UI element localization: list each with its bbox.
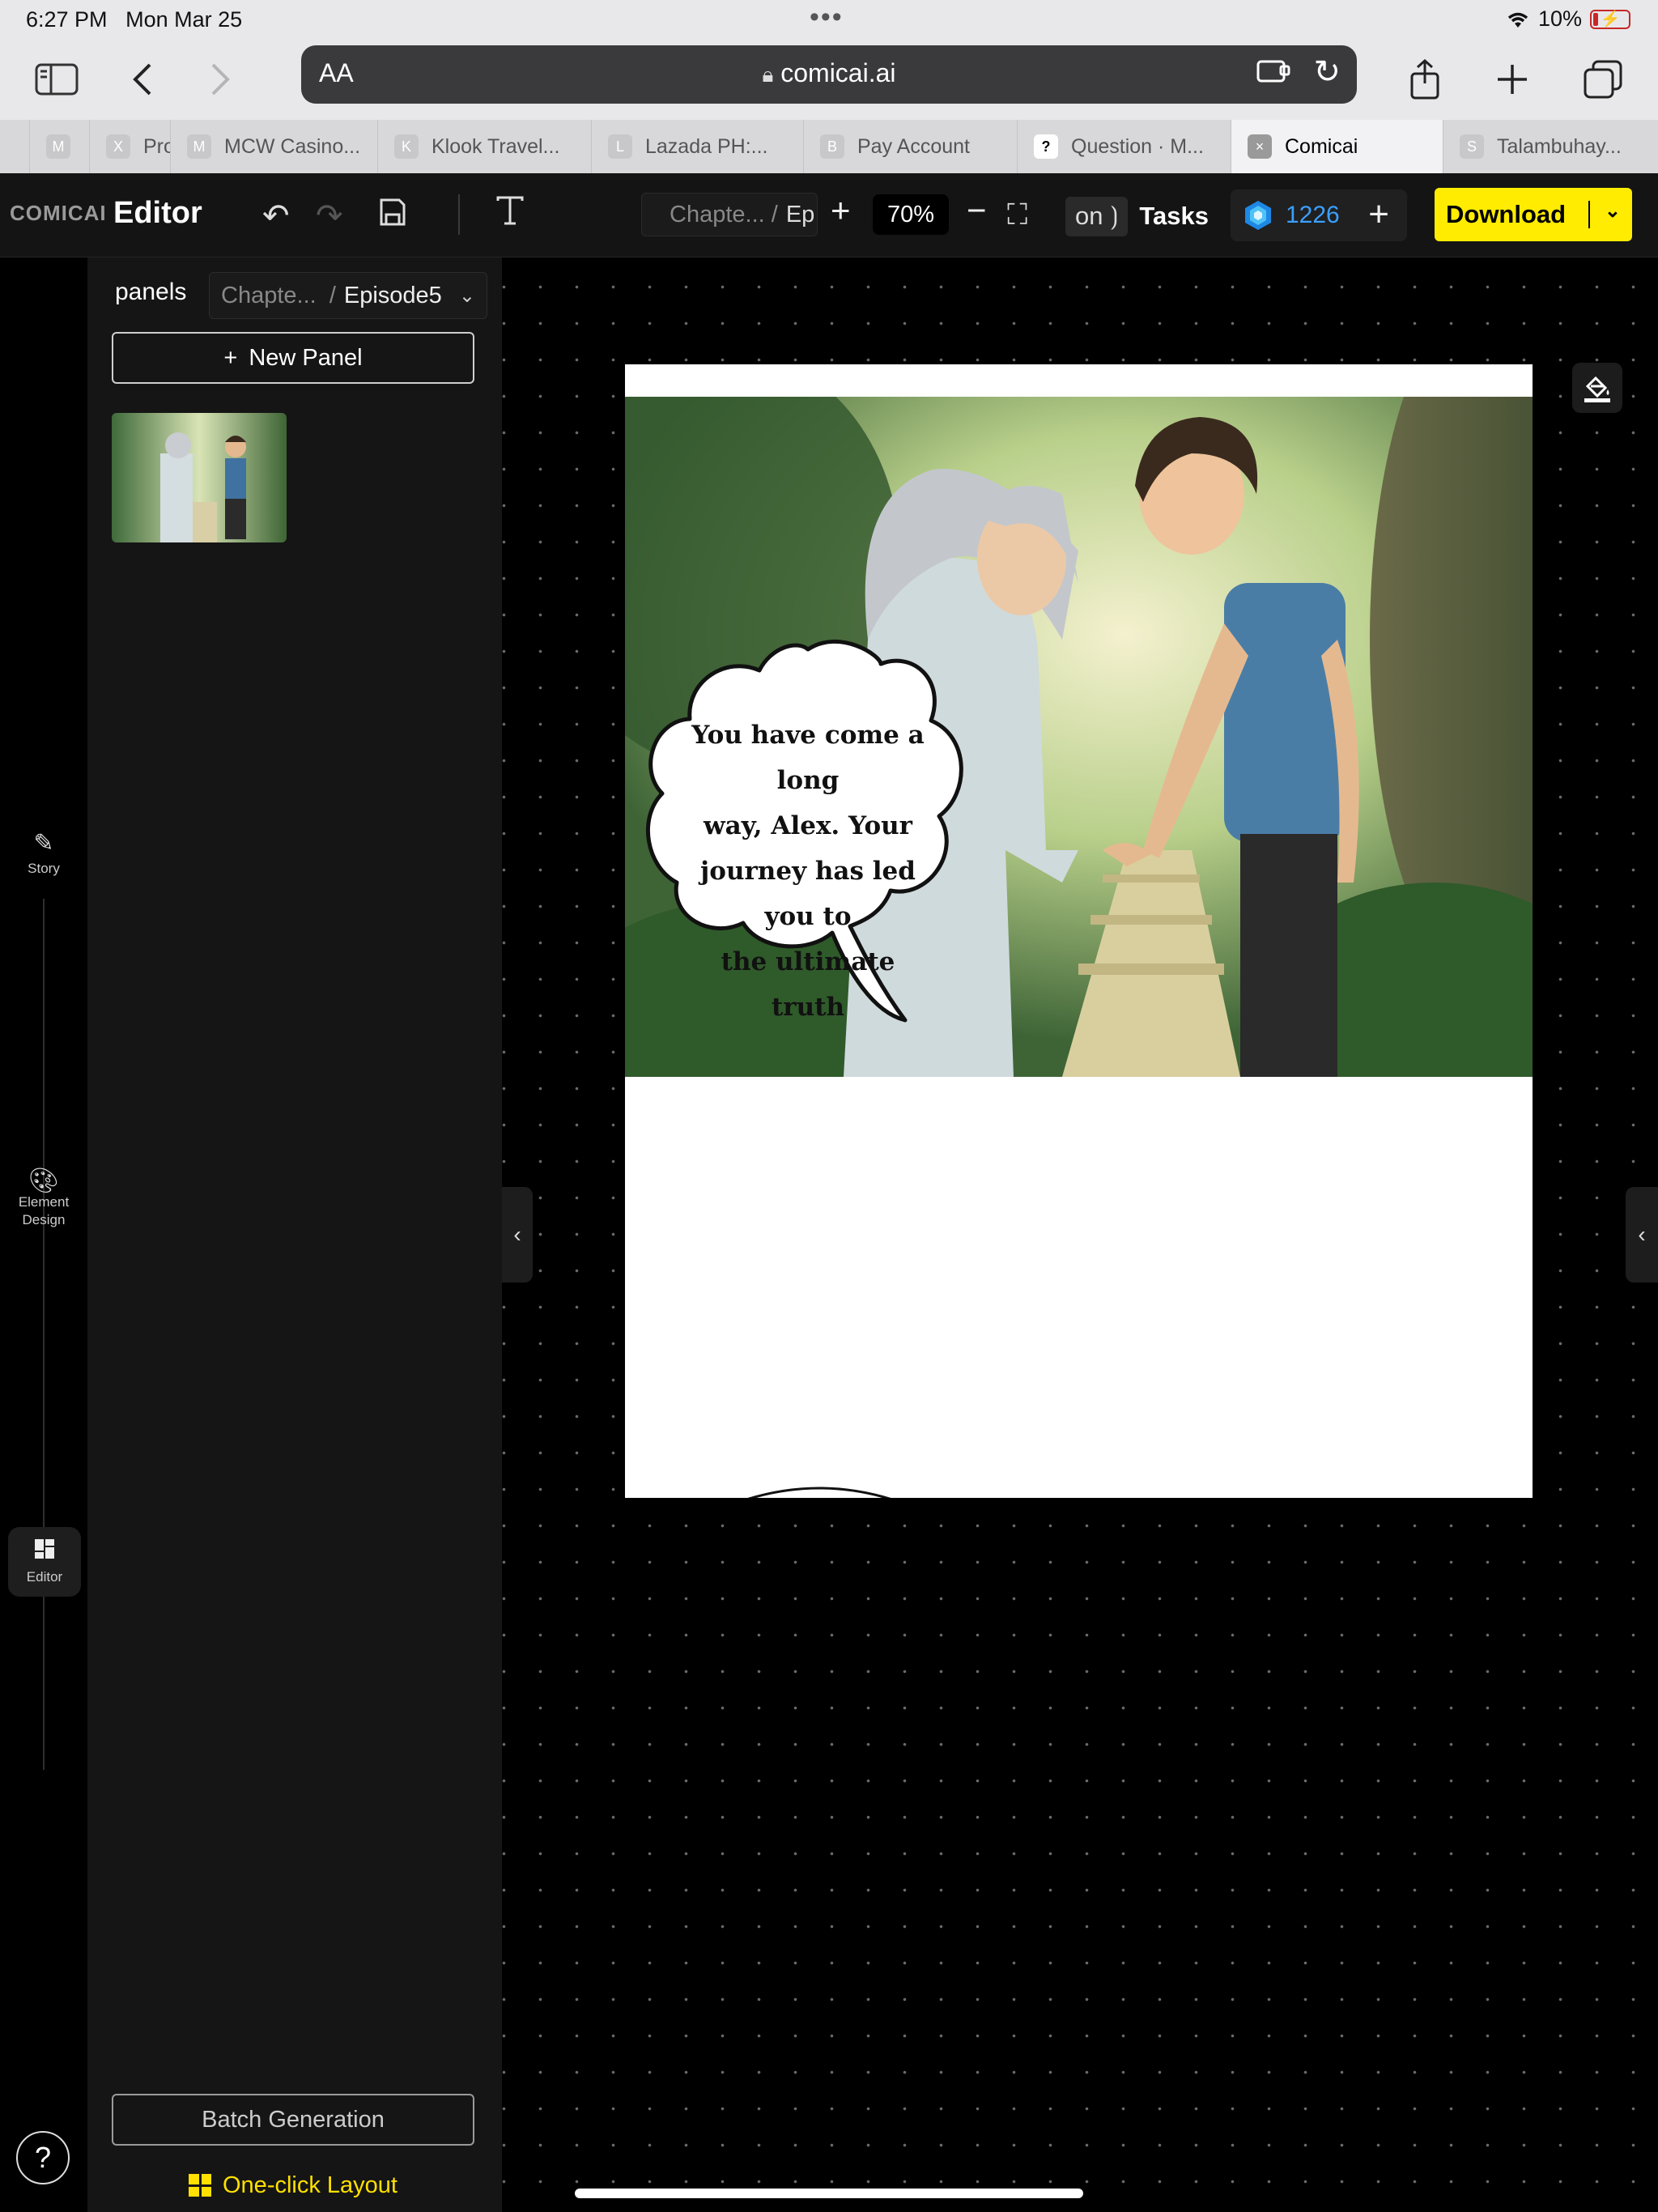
share-icon[interactable] — [1401, 55, 1449, 104]
status-time: 6:27 PM Mon Mar 25 — [26, 7, 243, 32]
fill-bucket-icon[interactable] — [1572, 363, 1622, 413]
tab-question[interactable]: ? Question · M... — [1017, 120, 1231, 173]
tab-m[interactable]: M — [29, 120, 78, 173]
credits-balance[interactable]: 1226 + — [1231, 189, 1407, 241]
browser-toolbar: AA 🔒︎ comicai.ai ↻ — [0, 39, 1658, 120]
header-breadcrumb[interactable]: Chapte... / Ep — [641, 193, 818, 236]
speech-bubble[interactable]: You have come a long way, Alex. Your jou… — [638, 632, 978, 1053]
panels-sidebar: panels Chapte... / Episode5 ⌄ + New Panel … — [87, 257, 502, 2212]
panels-title: panels — [115, 279, 187, 305]
rail-story[interactable]: ✎ Story — [0, 829, 87, 877]
panel-thumbnail[interactable] — [112, 413, 287, 542]
one-click-layout-button[interactable]: One-click Layout — [112, 2165, 474, 2206]
status-bar: 6:27 PM Mon Mar 25 ••• 10% ⚡ — [0, 0, 1658, 39]
tab-mcw-casino[interactable]: M MCW Casino... — [170, 120, 377, 173]
zoom-out-button[interactable]: − — [967, 191, 987, 230]
header-divider — [458, 194, 460, 235]
reload-icon[interactable]: ↻ — [1313, 53, 1341, 91]
back-icon[interactable] — [118, 55, 167, 104]
pencil-icon: ✎ — [33, 830, 54, 857]
tab-comicai[interactable]: × Comicai — [1231, 120, 1443, 173]
multitask-dots-icon[interactable]: ••• — [810, 2, 844, 33]
rail-editor[interactable]: Editor — [8, 1527, 81, 1597]
url-text: 🔒︎ comicai.ai — [762, 58, 896, 87]
speech-text: You have come a long way, Alex. Your jou… — [691, 721, 925, 1022]
chevron-down-icon[interactable]: ⌄ — [1605, 199, 1621, 223]
new-tab-icon[interactable] — [1488, 55, 1537, 104]
new-panel-button[interactable]: + New Panel — [112, 332, 474, 384]
tab-pro[interactable]: XPro — [89, 120, 170, 173]
layout-icon — [8, 1538, 81, 1566]
help-button[interactable]: ? — [16, 2131, 70, 2184]
app-header: COMICAI Editor ↶ ↷ Chapte... / Ep + 70% −… — [0, 173, 1658, 257]
save-icon[interactable] — [379, 198, 406, 235]
layout-icon — [189, 2174, 211, 2197]
battery-icon: ⚡ — [1590, 9, 1630, 29]
zoom-level[interactable]: 70% — [873, 194, 949, 235]
collapse-left-panel-button[interactable]: ‹ — [502, 1187, 533, 1283]
left-rail: ✎ Story 🎨︎ Element Design Editor — [0, 257, 87, 2212]
forward-icon[interactable] — [196, 55, 244, 104]
extension-icon[interactable] — [1256, 57, 1292, 91]
tab-talambuhay[interactable]: S Talambuhay... — [1443, 120, 1658, 173]
gem-icon — [1245, 201, 1271, 230]
add-credits-button[interactable]: + — [1368, 194, 1389, 235]
tab-klook[interactable]: K Klook Travel... — [377, 120, 591, 173]
lock-icon: 🔒︎ — [762, 62, 774, 87]
batch-generation-button[interactable]: Batch Generation — [112, 2094, 474, 2146]
palette-icon: 🎨︎ — [28, 1168, 60, 1194]
status-right: 10% ⚡ — [1506, 6, 1630, 32]
comicai-logo: COMICAI — [10, 201, 107, 225]
rail-element-design[interactable]: 🎨︎ Element Design — [0, 1168, 87, 1229]
tab-lazada[interactable]: L Lazada PH:... — [591, 120, 803, 173]
tab-pay-account[interactable]: B Pay Account — [803, 120, 1017, 173]
comic-page[interactable]: You have come a long way, Alex. Your jou… — [625, 364, 1533, 1498]
collapse-right-panel-button[interactable]: ‹ — [1626, 1187, 1658, 1283]
sidebar-toggle-icon[interactable] — [32, 55, 81, 104]
battery-percent: 10% — [1537, 6, 1582, 31]
undo-icon[interactable]: ↶ — [262, 198, 290, 235]
episode-selector[interactable]: Chapte... / Episode5 ⌄ — [209, 272, 487, 319]
zoom-in-button[interactable]: + — [831, 191, 851, 230]
chevron-down-icon: ⌄ — [458, 285, 475, 307]
partial-bubble-outline — [747, 1487, 891, 1498]
wifi-icon — [1507, 12, 1528, 28]
plus-icon: + — [223, 344, 238, 371]
redo-icon[interactable]: ↷ — [316, 198, 343, 235]
address-bar[interactable]: AA 🔒︎ comicai.ai ↻ — [301, 45, 1357, 104]
text-tool-icon[interactable] — [494, 194, 526, 235]
page-title: Editor — [113, 196, 202, 230]
tab-strip: M XPro MMCW Casino... KKlook Travel... L… — [0, 120, 1658, 173]
download-button[interactable]: Download ⌄ — [1435, 188, 1632, 241]
home-indicator — [575, 2189, 1083, 2198]
tabs-overview-icon[interactable] — [1579, 55, 1627, 104]
fit-screen-icon[interactable]: ⛶ — [1007, 198, 1027, 232]
tasks-button[interactable]: on ⟯ Tasks — [1065, 194, 1209, 238]
